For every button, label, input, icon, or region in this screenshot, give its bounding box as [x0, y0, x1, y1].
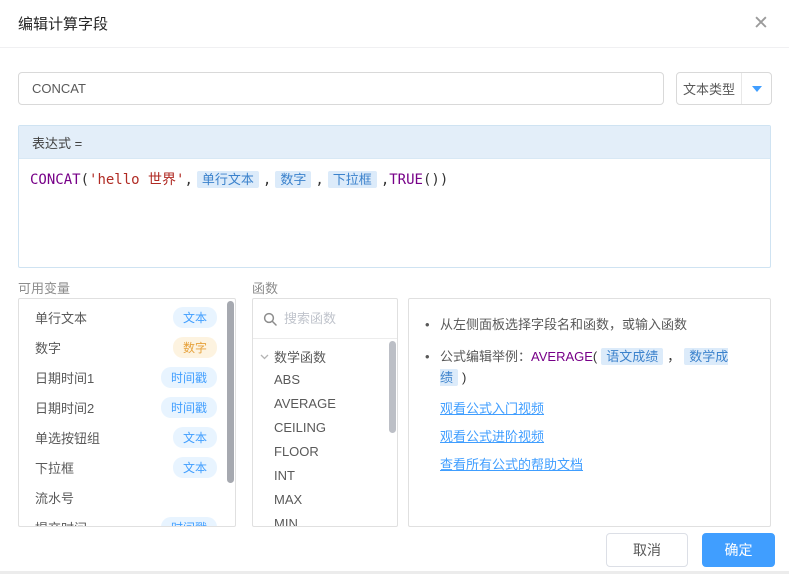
code-comma: , [315, 172, 323, 188]
type-badge: 时间戳 [161, 517, 217, 528]
functions-panel-label: 函数 [252, 278, 278, 297]
code-function: CONCAT [30, 172, 81, 188]
variables-panel-label: 可用变量 [18, 278, 70, 297]
function-item[interactable]: MIN [253, 512, 397, 527]
help-tip: • 从左侧面板选择字段名和函数，或输入函数 [425, 314, 754, 335]
field-token: 语文成绩 [601, 348, 663, 365]
function-group-math[interactable]: 数学函数 [253, 344, 397, 368]
code-comma: , [263, 172, 271, 188]
functions-scrollbar[interactable] [389, 341, 396, 433]
type-badge: 文本 [173, 457, 217, 478]
type-badge: 时间戳 [161, 397, 217, 418]
functions-panel: 数学函数 ABS AVERAGE CEILING FLOOR INT MAX M… [252, 298, 398, 527]
function-item[interactable]: CEILING [253, 416, 397, 440]
expression-label: 表达式 = [19, 126, 770, 159]
field-type-select[interactable]: 文本类型 [676, 72, 772, 105]
code-function: TRUE [389, 172, 423, 188]
help-links: 观看公式入门视频 观看公式进阶视频 查看所有公式的帮助文档 [425, 399, 754, 475]
field-type-value: 文本类型 [677, 73, 742, 104]
help-panel: • 从左侧面板选择字段名和函数，或输入函数 • 公式编辑举例：AVERAGE(语… [408, 298, 771, 527]
search-icon [263, 312, 277, 326]
function-item[interactable]: FLOOR [253, 440, 397, 464]
code-comma: , [184, 172, 192, 188]
variable-item[interactable]: 单行文本 文本 [19, 302, 235, 332]
code-paren: ( [81, 172, 89, 188]
function-item[interactable]: MAX [253, 488, 397, 512]
dialog-header: 编辑计算字段 ✕ [0, 0, 789, 48]
function-item[interactable]: AVERAGE [253, 392, 397, 416]
close-icon[interactable]: ✕ [747, 9, 775, 37]
field-token: 下拉框 [328, 171, 377, 188]
variables-scrollbar[interactable] [227, 301, 234, 483]
code-paren: () [423, 172, 440, 188]
variable-item[interactable]: 日期时间2 时间戳 [19, 392, 235, 422]
code-string: 'hello 世界' [89, 172, 184, 188]
code-comma: , [381, 172, 389, 188]
variable-item[interactable]: 下拉框 文本 [19, 452, 235, 482]
variable-item[interactable]: 单选按钮组 文本 [19, 422, 235, 452]
confirm-button[interactable]: 确定 [702, 533, 775, 567]
function-search[interactable] [253, 299, 397, 339]
function-item[interactable]: ABS [253, 368, 397, 392]
dialog-title: 编辑计算字段 [18, 13, 108, 34]
code-paren: ) [440, 172, 448, 188]
function-search-input[interactable] [284, 311, 384, 326]
help-tip-example: • 公式编辑举例：AVERAGE(语文成绩，数学成绩) [425, 346, 754, 388]
link-advanced-video[interactable]: 观看公式进阶视频 [440, 427, 754, 447]
link-intro-video[interactable]: 观看公式入门视频 [440, 399, 754, 419]
link-help-docs[interactable]: 查看所有公式的帮助文档 [440, 455, 754, 475]
type-badge: 文本 [173, 307, 217, 328]
code-function: AVERAGE [531, 349, 593, 364]
variable-item[interactable]: 流水号 [19, 482, 235, 512]
variables-list: 单行文本 文本 数字 数字 日期时间1 时间戳 日期时间2 时间戳 单选按钮组 … [18, 298, 236, 527]
cancel-button[interactable]: 取消 [606, 533, 688, 567]
chevron-down-icon [259, 351, 270, 362]
variable-item[interactable]: 数字 数字 [19, 332, 235, 362]
expression-editor: 表达式 = CONCAT('hello 世界',单行文本,数字,下拉框,TRUE… [18, 125, 771, 268]
function-tree: 数学函数 ABS AVERAGE CEILING FLOOR INT MAX M… [253, 339, 397, 527]
variable-item[interactable]: 提交时间 时间戳 [19, 512, 235, 527]
variable-item[interactable]: 日期时间1 时间戳 [19, 362, 235, 392]
type-badge: 文本 [173, 427, 217, 448]
bullet-icon: • [425, 346, 440, 388]
function-item[interactable]: INT [253, 464, 397, 488]
bullet-icon: • [425, 314, 440, 335]
expression-code-area[interactable]: CONCAT('hello 世界',单行文本,数字,下拉框,TRUE()) [19, 159, 770, 201]
field-name-input[interactable] [18, 72, 664, 105]
field-token: 数字 [275, 171, 311, 188]
type-badge: 数字 [173, 337, 217, 358]
type-badge: 时间戳 [161, 367, 217, 388]
chevron-down-icon [742, 73, 771, 104]
field-token: 单行文本 [197, 171, 259, 188]
